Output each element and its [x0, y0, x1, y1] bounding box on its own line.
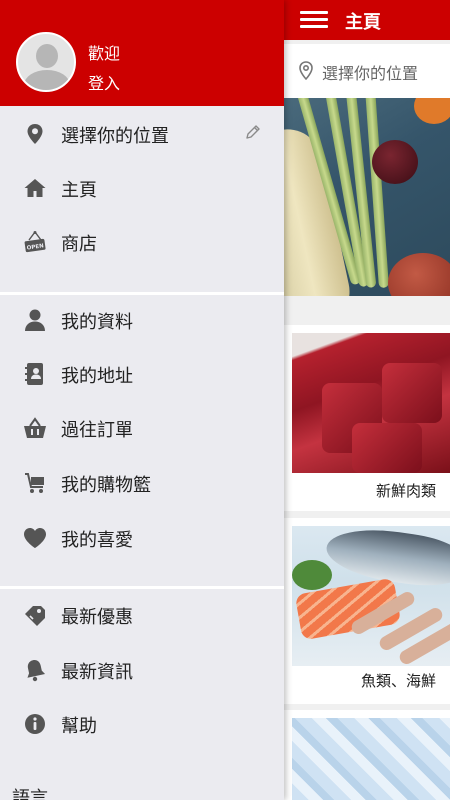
pencil-icon[interactable] — [244, 123, 262, 141]
category-label: 新鮮肉類 — [375, 482, 436, 500]
category-image-meat — [292, 333, 450, 473]
bell-icon — [22, 657, 48, 683]
location-selector[interactable]: 選擇你的位置 — [284, 44, 450, 98]
drawer-item-label: 商店 — [61, 234, 97, 255]
drawer-item-orders[interactable]: 過往訂單 — [0, 400, 284, 454]
category-card-seafood[interactable]: 魚類、海鮮 — [284, 518, 450, 704]
info-icon — [22, 711, 48, 737]
drawer-item-favorites[interactable]: 我的喜愛 — [0, 510, 284, 564]
drawer-item-label: 我的購物籃 — [61, 475, 151, 496]
drawer-item-label: 過往訂單 — [61, 420, 133, 441]
drawer-item-label: 我的資料 — [61, 312, 133, 333]
drawer-item-label: 主頁 — [61, 180, 97, 201]
map-pin-icon — [22, 121, 48, 147]
map-pin-icon — [299, 61, 313, 81]
drawer-item-cart[interactable]: 我的購物籃 — [0, 455, 284, 509]
category-image-frozen — [292, 718, 450, 800]
drawer-item-location[interactable]: 選擇你的位置 — [0, 106, 284, 160]
drawer-item-address[interactable]: 我的地址 — [0, 346, 284, 400]
address-book-icon — [22, 361, 48, 387]
cart-icon — [22, 470, 48, 496]
home-icon — [22, 175, 48, 201]
drawer-item-label: 選擇你的位置 — [61, 126, 169, 147]
drawer-item-profile[interactable]: 我的資料 — [0, 292, 284, 346]
location-placeholder: 選擇你的位置 — [322, 64, 419, 83]
svg-text:OPEN: OPEN — [26, 243, 44, 251]
drawer-item-help[interactable]: 幫助 — [0, 696, 284, 750]
drawer-item-home[interactable]: 主頁 — [0, 160, 284, 214]
login-link[interactable]: 登入 — [88, 70, 120, 94]
drawer-item-label: 最新資訊 — [61, 662, 133, 683]
category-card-frozen[interactable] — [284, 710, 450, 800]
open-sign-icon: OPEN — [22, 229, 48, 255]
page-title: 主頁 — [345, 12, 381, 33]
drawer-item-label: 我的地址 — [61, 366, 133, 387]
drawer-item-label: 我的喜愛 — [61, 530, 133, 551]
person-icon — [22, 307, 48, 333]
category-card-meat[interactable]: 新鮮肉類 — [284, 325, 450, 511]
drawer-item-label: 最新優惠 — [61, 607, 133, 628]
drawer-header: 歡迎 登入 — [0, 0, 284, 106]
navigation-drawer: 歡迎 登入 選擇你的位置 主頁 OPEN 商店 我的資料 我的地址 過往訂單 我… — [0, 0, 284, 800]
heart-icon — [22, 525, 48, 551]
welcome-text: 歡迎 — [88, 44, 121, 63]
drawer-item-offers[interactable]: 最新優惠 — [0, 587, 284, 641]
avatar[interactable] — [16, 32, 76, 92]
category-label: 魚類、海鮮 — [360, 672, 436, 690]
category-image-seafood — [292, 526, 450, 666]
drawer-item-label: 幫助 — [61, 716, 97, 737]
drawer-item-store[interactable]: OPEN 商店 — [0, 214, 284, 268]
tag-icon — [22, 602, 48, 628]
hamburger-icon[interactable] — [300, 8, 328, 32]
drawer-item-news[interactable]: 最新資訊 — [0, 642, 284, 696]
hero-banner-image[interactable] — [284, 98, 450, 296]
basket-icon — [22, 415, 48, 441]
language-heading: 語言 — [12, 788, 48, 800]
